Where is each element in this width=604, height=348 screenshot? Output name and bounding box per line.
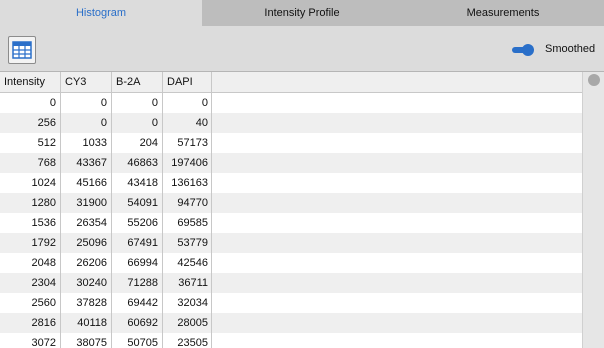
table-cell: 136163 [171,177,208,189]
table-cell: 26354 [76,217,107,229]
table-cell: 30240 [76,277,107,289]
table-cell: 50705 [127,337,158,348]
table-cell: 43418 [127,177,158,189]
table-cell: 55206 [127,217,158,229]
table-cell: 1280 [31,197,56,209]
table-grid-icon [12,41,32,59]
tab-measurements[interactable]: Measurements [402,0,604,26]
column-header-b2a[interactable]: B-2A [112,72,163,93]
table-cell: 512 [37,137,56,149]
table-cell: 60692 [127,317,158,329]
table-cell: 256 [37,117,56,129]
table-cell: 1536 [31,217,56,229]
table-cell: 2816 [31,317,56,329]
column-divider [162,93,163,348]
table-body: 0 0 0 0 256 0 0 40 512 1033 204 57173 768 43367 46863 1… [0,93,582,348]
table-cell: 2048 [31,257,56,269]
header-filler [212,72,582,93]
table-cell: 1024 [31,177,56,189]
table-cell: 67491 [127,237,158,249]
table-cell: 2304 [31,277,56,289]
table-cell: 31900 [76,197,107,209]
table-row[interactable]: 0 0 0 0 [0,93,582,113]
table-cell: 0 [201,97,208,109]
scrollbar-thumb[interactable] [588,74,600,86]
table-cell: 46863 [127,157,158,169]
table-cell: 37828 [76,297,107,309]
table-cell: 66994 [127,257,158,269]
table-cell: 53779 [177,237,208,249]
table-row[interactable]: 2304 30240 71288 36711 [0,273,582,293]
table-cell: 69442 [127,297,158,309]
column-header-cy3[interactable]: CY3 [61,72,112,93]
table-row[interactable]: 1792 25096 67491 53779 [0,233,582,253]
toggle-knob [522,44,534,56]
column-header-intensity[interactable]: Intensity [0,72,61,93]
table-cell: 0 [49,97,56,109]
table-cell: 204 [139,137,158,149]
table-cell: 197406 [171,157,208,169]
table-cell: 40 [195,117,208,129]
table-cell: 38075 [76,337,107,348]
table-row[interactable]: 1280 31900 54091 94770 [0,193,582,213]
table-cell: 3072 [31,337,56,348]
smoothed-toggle[interactable] [512,44,534,56]
table-cell: 0 [100,117,107,129]
table-cell: 42546 [177,257,208,269]
column-divider [60,93,61,348]
table-cell: 0 [151,97,158,109]
table-cell: 2560 [31,297,56,309]
table-cell: 26206 [76,257,107,269]
tab-histogram[interactable]: Histogram [0,0,202,26]
table-cell: 0 [151,117,158,129]
table-row[interactable]: 1024 45166 43418 136163 [0,173,582,193]
tab-bar: Histogram Intensity Profile Measurements [0,0,604,26]
table-row[interactable]: 3072 38075 50705 23505 [0,333,582,348]
vertical-scrollbar[interactable] [582,72,604,348]
table-row[interactable]: 2048 26206 66994 42546 [0,253,582,273]
smoothed-label: Smoothed [545,43,596,55]
table-cell: 94770 [177,197,208,209]
table-cell: 32034 [177,297,208,309]
column-divider [111,93,112,348]
table-cell: 57173 [177,137,208,149]
table-view-button[interactable] [8,36,36,64]
table-row[interactable]: 256 0 0 40 [0,113,582,133]
histogram-table: Intensity CY3 B-2A DAPI 0 0 0 0 256 0 0 40 512 10… [0,71,604,348]
table-cell: 36711 [178,277,208,289]
table-cell: 25096 [76,237,107,249]
toolbar: Smoothed [0,26,604,70]
table-cell: 54091 [127,197,158,209]
table-cell: 40118 [77,317,107,329]
table-cell: 1792 [31,237,56,249]
table-cell: 71288 [127,277,158,289]
tab-intensity-profile[interactable]: Intensity Profile [202,0,402,26]
table-cell: 69585 [177,217,208,229]
column-divider [211,93,212,348]
column-header-dapi[interactable]: DAPI [163,72,212,93]
table-row[interactable]: 2560 37828 69442 32034 [0,293,582,313]
table-row[interactable]: 512 1033 204 57173 [0,133,582,153]
table-cell: 768 [37,157,56,169]
table-cell: 0 [100,97,107,109]
table-cell: 43367 [76,157,107,169]
table-row[interactable]: 768 43367 46863 197406 [0,153,582,173]
table-cell: 1033 [82,137,107,149]
table-cell: 28005 [177,317,208,329]
table-cell: 23505 [177,337,208,348]
table-row[interactable]: 2816 40118 60692 28005 [0,313,582,333]
table-row[interactable]: 1536 26354 55206 69585 [0,213,582,233]
table-cell: 45166 [76,177,107,189]
